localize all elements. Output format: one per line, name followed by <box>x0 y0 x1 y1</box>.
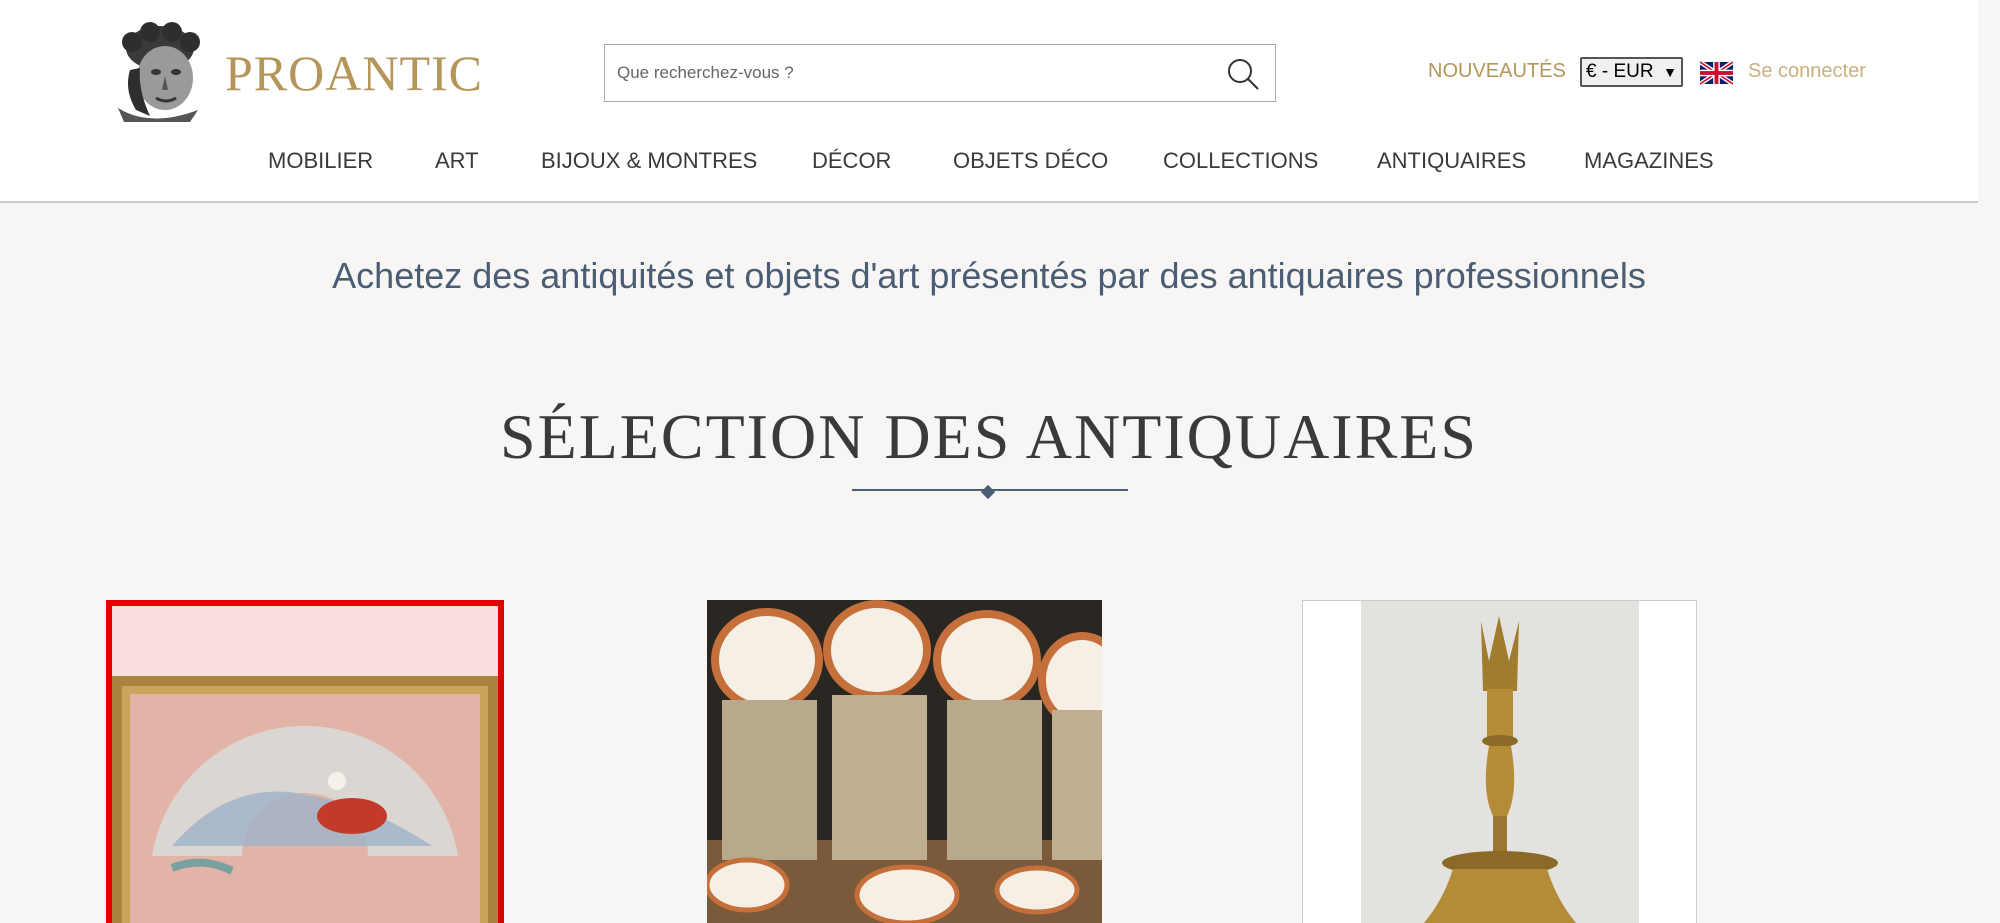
brand-name[interactable]: PROANTIC <box>225 44 483 102</box>
new-arrivals-link[interactable]: NOUVEAUTÉS <box>1428 60 1566 83</box>
nav-item-bijoux-montres[interactable]: BIJOUX & MONTRES <box>541 148 757 174</box>
currency-value: € - EUR <box>1586 61 1654 82</box>
painted-fan-image[interactable] <box>112 606 498 923</box>
nav-item-art[interactable]: ART <box>435 148 479 174</box>
site-header: PROANTIC NOUVEAUTÉS € - EUR ▼ Se connect… <box>0 0 1978 203</box>
currency-select[interactable]: € - EUR ▼ <box>1580 57 1683 87</box>
main-nav: MOBILIER ART BIJOUX & MONTRES DÉCOR OBJE… <box>0 148 1978 178</box>
nav-item-objets-deco[interactable]: OBJETS DÉCO <box>953 148 1108 174</box>
nav-item-decor[interactable]: DÉCOR <box>812 148 891 174</box>
product-card-bronze-candlestick[interactable] <box>1302 600 1697 923</box>
search-icon[interactable] <box>1225 56 1261 92</box>
uk-flag-icon[interactable] <box>1700 61 1733 85</box>
chevron-down-icon: ▼ <box>1663 64 1677 80</box>
divider-diamond-icon <box>980 484 996 500</box>
nav-item-antiquaires[interactable]: ANTIQUAIRES <box>1377 148 1526 174</box>
login-link[interactable]: Se connecter <box>1748 60 1866 83</box>
nav-item-collections[interactable]: COLLECTIONS <box>1163 148 1318 174</box>
nav-item-magazines[interactable]: MAGAZINES <box>1584 148 1714 174</box>
search-input[interactable] <box>617 45 1207 101</box>
tagline: Achetez des antiquités et objets d'art p… <box>332 255 1646 296</box>
nav-item-mobilier[interactable]: MOBILIER <box>268 148 373 174</box>
search-box[interactable] <box>604 44 1276 102</box>
section-title: SÉLECTION DES ANTIQUAIRES <box>500 401 1478 472</box>
porcelain-plates-image[interactable] <box>707 600 1102 923</box>
logo-icon[interactable] <box>110 20 215 122</box>
product-card-painted-fan[interactable] <box>106 600 504 923</box>
product-card-porcelain-service[interactable] <box>707 600 1102 923</box>
bronze-candlestick-image[interactable] <box>1303 601 1696 923</box>
